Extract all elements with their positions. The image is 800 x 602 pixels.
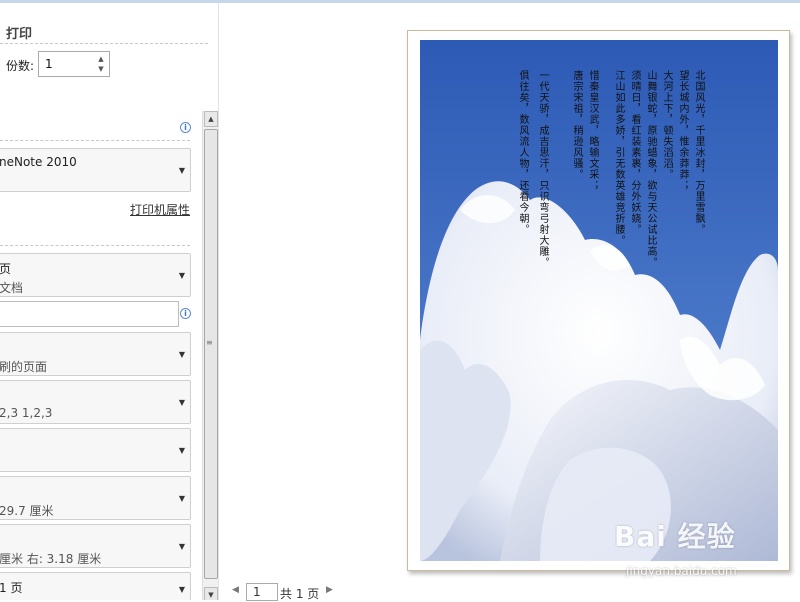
chevron-down-icon: ▼ [178,350,185,359]
print-settings-panel: 打印 份数: 1 ▲ ▼ i neNote 2010 ▼ 打印机属性 页 文档 … [0,3,219,600]
pages-input[interactable] [0,301,179,327]
spin-up-icon[interactable]: ▲ [96,54,106,64]
poem-line: 望长城内外，惟余莽莽； [677,70,688,191]
chevron-down-icon: ▼ [178,585,185,594]
poem-line: 唐宗宋祖，稍逊风骚。 [571,70,582,180]
baidu-jingyan-watermark: Bai 经验 jingyan.baidu.com [614,515,737,578]
pages-info-icon[interactable]: i [180,308,191,319]
printer-name: neNote 2010 [0,155,77,169]
orientation-dropdown[interactable]: ▼ [0,428,191,472]
panel-title: 打印 [6,27,33,42]
current-page-input[interactable]: 1 [246,583,278,601]
scroll-grip-icon: ≡ [206,338,213,347]
print-range-dropdown[interactable]: 页 文档 ▼ [0,253,191,297]
copies-stepper[interactable]: 1 ▲ ▼ [38,51,110,77]
collate-dropdown[interactable]: 2,3 1,2,3 ▼ [0,380,191,424]
poem-line: 一代天骄，成吉思汗，只识弯弓射大雕。 [537,70,548,268]
sides-desc: 刷的页面 [0,360,48,374]
margins-dropdown[interactable]: 厘米 右: 3.18 厘米 ▼ [0,524,191,568]
pages-per-sheet-label: 1 页 [0,581,23,595]
copies-value[interactable]: 1 [45,57,53,71]
printer-section-divider [0,140,190,141]
chevron-down-icon: ▼ [178,271,185,280]
poem-line: 俱往矣，数风流人物，还看今朝。 [517,70,528,235]
chevron-down-icon: ▼ [178,398,185,407]
poem-line: 江山如此多娇，引无数英雄竞折腰。 [613,70,624,246]
settings-scrollbar[interactable]: ▲ ≡ ▼ [202,111,218,600]
chevron-down-icon: ▼ [178,494,185,503]
printer-properties-link[interactable]: 打印机属性 [130,201,190,218]
watermark-url: jingyan.baidu.com [626,564,737,578]
settings-section-divider [0,245,190,246]
printer-info-icon[interactable]: i [180,122,191,133]
prev-page-icon[interactable]: ◀ [232,585,239,595]
scroll-up-icon[interactable]: ▲ [204,111,218,127]
paper-size-dropdown[interactable]: 29.7 厘米 ▼ [0,476,191,520]
paper-size-desc: 29.7 厘米 [0,504,54,518]
poem-line: 大河上下，顿失滔滔。 [661,70,672,180]
chevron-down-icon: ▼ [178,446,185,455]
sides-dropdown[interactable]: 刷的页面 ▼ [0,332,191,376]
snow-scene-image [420,40,778,561]
total-pages: 共 1 页 [280,587,320,601]
poem-line: 惜秦皇汉武，略输文采； [587,70,598,191]
margins-desc: 厘米 右: 3.18 厘米 [0,552,102,566]
chevron-down-icon: ▼ [178,542,185,551]
print-range-label: 页 [0,262,12,276]
pages-per-sheet-dropdown[interactable]: 1 页 ▼ [0,572,191,600]
poem-line: 北国风光，千里冰封，万里雪飘。 [693,70,704,235]
printer-dropdown[interactable]: neNote 2010 ▼ [0,148,191,192]
snow-mountain-photo: 北国风光，千里冰封，万里雪飘。 望长城内外，惟余莽莽； 大河上下，顿失滔滔。 山… [420,40,778,561]
poem-line: 山舞银蛇，原驰蜡象，欲与天公试比高。 [645,70,656,268]
print-preview-page: 北国风光，千里冰封，万里雪飘。 望长城内外，惟余莽莽； 大河上下，顿失滔滔。 山… [407,30,790,571]
scroll-down-icon[interactable]: ▼ [204,587,218,600]
spin-down-icon[interactable]: ▼ [96,64,106,74]
next-page-icon[interactable]: ▶ [326,585,333,595]
copies-label: 份数: [6,59,35,73]
title-divider [0,43,208,44]
print-range-desc: 文档 [0,281,24,295]
collate-desc: 2,3 1,2,3 [0,406,53,420]
chevron-down-icon: ▼ [178,166,185,175]
poem-line: 须晴日，看红装素裹，分外妖娆。 [629,70,640,235]
current-page-value: 1 [253,585,261,599]
scroll-thumb[interactable] [204,129,218,579]
watermark-logo: Bai 经验 [614,520,736,553]
